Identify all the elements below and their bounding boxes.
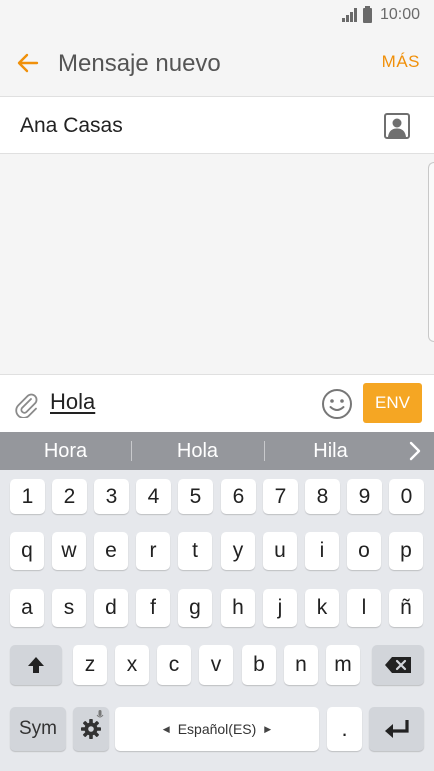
key-o[interactable]: o [347, 532, 381, 570]
key-r[interactable]: r [136, 532, 170, 570]
suggestion-item[interactable]: Hora [0, 432, 131, 470]
key-q[interactable]: q [10, 532, 44, 570]
edge-panel-handle[interactable] [428, 162, 434, 342]
back-button[interactable] [10, 45, 46, 81]
recipient-field[interactable]: Ana Casas [0, 96, 434, 154]
key-p[interactable]: p [389, 532, 423, 570]
key-h[interactable]: h [221, 589, 255, 627]
settings-key[interactable] [73, 707, 109, 751]
status-bar: 10:00 [0, 0, 434, 30]
compose-bar: Hola ENV [0, 374, 434, 432]
key-5[interactable]: 5 [178, 479, 213, 514]
app-header: Mensaje nuevo MÁS [0, 30, 434, 96]
more-button[interactable]: MÁS [382, 52, 420, 72]
suggestion-bar: Hora Hola Hila [0, 432, 434, 470]
key-7[interactable]: 7 [263, 479, 298, 514]
language-left-arrow-icon: ◀ [162, 723, 170, 734]
key-1[interactable]: 1 [10, 479, 45, 514]
key-s[interactable]: s [52, 589, 86, 627]
key-k[interactable]: k [305, 589, 339, 627]
key-y[interactable]: y [221, 532, 255, 570]
backspace-icon [385, 657, 411, 673]
signal-icon [341, 8, 357, 22]
key-v[interactable]: v [199, 645, 233, 685]
paperclip-icon [15, 393, 38, 419]
space-key-label: ◀ Español(ES) ▶ [163, 721, 271, 737]
enter-key[interactable] [369, 707, 424, 751]
key-z[interactable]: z [73, 645, 107, 685]
key-m[interactable]: m [326, 645, 360, 685]
language-label: Español(ES) [177, 721, 257, 737]
contact-icon [384, 113, 410, 139]
smiley-icon [322, 389, 352, 419]
key-x[interactable]: x [115, 645, 149, 685]
page-title: Mensaje nuevo [58, 50, 221, 77]
attach-button[interactable] [12, 390, 40, 419]
gear-icon [81, 719, 101, 739]
shift-arrow-icon [28, 657, 44, 673]
shift-key[interactable] [10, 645, 62, 685]
language-right-arrow-icon: ▶ [264, 723, 272, 734]
key-2[interactable]: 2 [52, 479, 87, 514]
key-g[interactable]: g [178, 589, 212, 627]
key-c[interactable]: c [157, 645, 191, 685]
back-arrow-icon [17, 53, 39, 73]
emoji-button[interactable] [321, 388, 353, 420]
send-button[interactable]: ENV [363, 383, 422, 423]
space-key[interactable]: ◀ Español(ES) ▶ [115, 707, 319, 751]
message-input[interactable]: Hola [50, 389, 95, 415]
key-n-tilde[interactable]: ñ [389, 589, 423, 627]
backspace-key[interactable] [372, 645, 424, 685]
sym-key[interactable]: Sym [10, 707, 66, 751]
contact-picker-button[interactable] [384, 113, 410, 139]
key-l[interactable]: l [347, 589, 381, 627]
enter-arrow-icon [384, 720, 409, 738]
suggestion-item[interactable]: Hila [265, 432, 396, 470]
key-4[interactable]: 4 [136, 479, 171, 514]
battery-icon [362, 5, 372, 23]
key-9[interactable]: 9 [347, 479, 382, 514]
key-j[interactable]: j [263, 589, 297, 627]
key-8[interactable]: 8 [305, 479, 340, 514]
key-a[interactable]: a [10, 589, 44, 627]
period-key[interactable]: . [327, 707, 362, 751]
suggestions-expand-button[interactable] [404, 440, 426, 462]
recipient-name: Ana Casas [20, 114, 123, 137]
key-6[interactable]: 6 [221, 479, 256, 514]
key-t[interactable]: t [178, 532, 212, 570]
status-time: 10:00 [379, 6, 420, 23]
key-f[interactable]: f [136, 589, 170, 627]
keyboard: Hora Hola Hila 1 2 3 4 5 6 7 8 9 0 q w e… [0, 432, 434, 771]
key-3[interactable]: 3 [94, 479, 129, 514]
key-0[interactable]: 0 [389, 479, 424, 514]
key-n[interactable]: n [284, 645, 318, 685]
key-u[interactable]: u [263, 532, 297, 570]
key-w[interactable]: w [52, 532, 86, 570]
suggestion-item[interactable]: Hola [132, 432, 263, 470]
key-e[interactable]: e [94, 532, 128, 570]
conversation-area [0, 154, 434, 374]
status-icons: 10:00 [341, 5, 420, 24]
key-d[interactable]: d [94, 589, 128, 627]
key-b[interactable]: b [242, 645, 276, 685]
key-i[interactable]: i [305, 532, 339, 570]
mic-icon [96, 710, 104, 718]
chevron-right-icon [409, 441, 421, 461]
